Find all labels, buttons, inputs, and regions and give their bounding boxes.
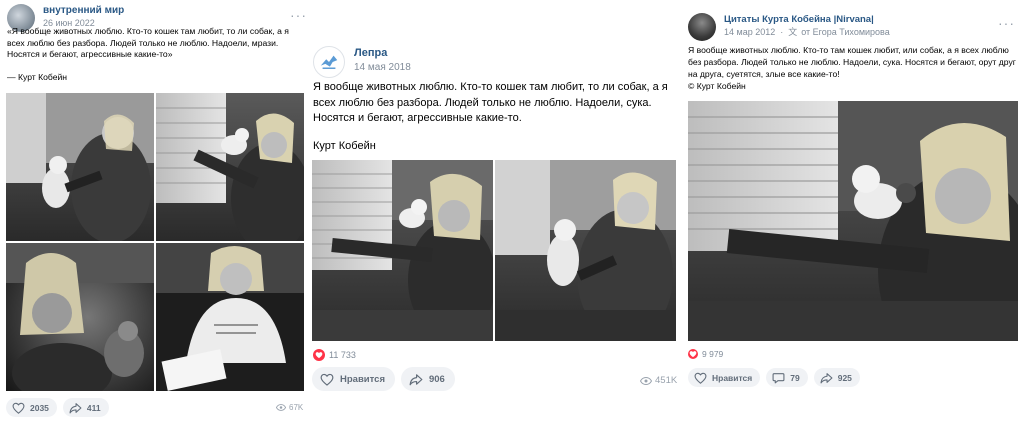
comment-bubble-icon	[772, 372, 785, 384]
heart-icon	[694, 372, 707, 384]
like-label: Нравится	[712, 372, 753, 383]
views-count: 451K	[655, 375, 678, 386]
quote-text: Я вообще животных люблю. Кто-то кошек та…	[313, 81, 668, 124]
post-card: внутренний мир 26 июн 2022 ··· «Я вообще…	[0, 0, 310, 421]
group-name[interactable]: Цитаты Курта Кобейна |Nirvana|	[724, 13, 890, 26]
comment-button[interactable]: 79	[766, 368, 808, 387]
post-text: «Я вообще животных люблю. Кто-то кошек т…	[7, 26, 307, 83]
share-button[interactable]: 925	[813, 368, 860, 387]
quote-line: без разбора. Людей только не люблю. Надо…	[688, 57, 1016, 67]
post-meta: 14 мар 2012 · 文 от Егора Тихомирова	[724, 26, 890, 39]
quote-author: — Курт Кобейн	[7, 71, 68, 82]
group-avatar[interactable]	[688, 13, 716, 41]
comment-count: 79	[790, 372, 800, 383]
lepra-logo-icon	[320, 55, 338, 69]
post-photo[interactable]	[495, 160, 676, 341]
post-photo[interactable]	[156, 243, 304, 391]
share-button[interactable]: 906	[400, 367, 455, 391]
post-card: Цитаты Курта Кобейна |Nirvana| 14 мар 20…	[680, 0, 1024, 400]
post-photo[interactable]	[6, 93, 154, 241]
views-counter: 67K	[276, 403, 303, 412]
views-count: 67K	[289, 403, 304, 412]
post-header: Цитаты Курта Кобейна |Nirvana| 14 мар 20…	[688, 13, 890, 41]
heart-icon	[313, 349, 325, 361]
like-count: 2035	[30, 402, 49, 413]
post-photo[interactable]	[156, 93, 304, 241]
heart-icon	[12, 402, 25, 414]
share-count: 925	[837, 372, 852, 383]
likes-summary[interactable]: 11 733	[313, 349, 356, 361]
like-count: 9 979	[702, 349, 724, 359]
share-arrow-icon	[409, 373, 423, 386]
likes-summary[interactable]: 9 979	[688, 349, 723, 359]
group-name[interactable]: Лепра	[354, 46, 411, 60]
quote-text: «Я вообще животных люблю. Кто-то кошек т…	[7, 26, 289, 59]
post-date[interactable]: 14 мар 2012	[724, 26, 775, 39]
translate-icon[interactable]: 文	[788, 26, 797, 39]
heart-icon	[688, 349, 698, 359]
like-button[interactable]: Нравится	[312, 367, 395, 391]
eye-icon	[276, 404, 286, 411]
post-photo[interactable]	[312, 160, 493, 341]
share-arrow-icon	[820, 372, 833, 384]
share-count: 906	[428, 373, 445, 385]
quote-line: Я вообще животных люблю. Кто-то там коше…	[688, 45, 1009, 55]
action-bar: Нравится 79 925	[688, 368, 866, 387]
quote-author: © Курт Кобейн	[688, 81, 746, 91]
eye-icon	[640, 377, 652, 385]
post-text: Я вообще животных люблю. Кто-то там коше…	[688, 44, 1024, 92]
post-photo[interactable]	[688, 101, 1018, 341]
quote-author: Курт Кобейн	[313, 139, 376, 152]
views-counter: 451K	[640, 375, 677, 386]
more-dots-icon[interactable]: ···	[998, 16, 1015, 30]
quote-line: на друга, суетятся, злые все какие-то!	[688, 69, 840, 79]
more-dots-icon[interactable]: ···	[290, 8, 307, 22]
action-bar: Нравится 906	[312, 367, 461, 391]
like-button[interactable]: Нравится	[688, 368, 761, 387]
post-date[interactable]: 14 мая 2018	[354, 60, 411, 75]
post-card: Лепра 14 мая 2018 Я вообще животных любл…	[304, 36, 684, 396]
like-label: Нравится	[340, 373, 385, 385]
separator-dot: ·	[780, 27, 784, 37]
post-text: Я вообще животных люблю. Кто-то кошек та…	[313, 80, 678, 154]
like-count: 11 733	[329, 350, 356, 360]
share-arrow-icon	[69, 402, 82, 414]
action-bar: 2035 411	[6, 398, 115, 417]
post-header: Лепра 14 мая 2018	[313, 46, 411, 78]
share-count: 411	[86, 402, 101, 413]
group-avatar[interactable]	[313, 46, 345, 78]
post-photo[interactable]	[6, 243, 154, 391]
group-name[interactable]: внутренний мир	[43, 4, 124, 17]
post-author[interactable]: от Егора Тихомирова	[801, 26, 889, 39]
like-button[interactable]: 2035	[6, 398, 57, 417]
heart-icon	[320, 373, 334, 386]
share-button[interactable]: 411	[62, 398, 109, 417]
